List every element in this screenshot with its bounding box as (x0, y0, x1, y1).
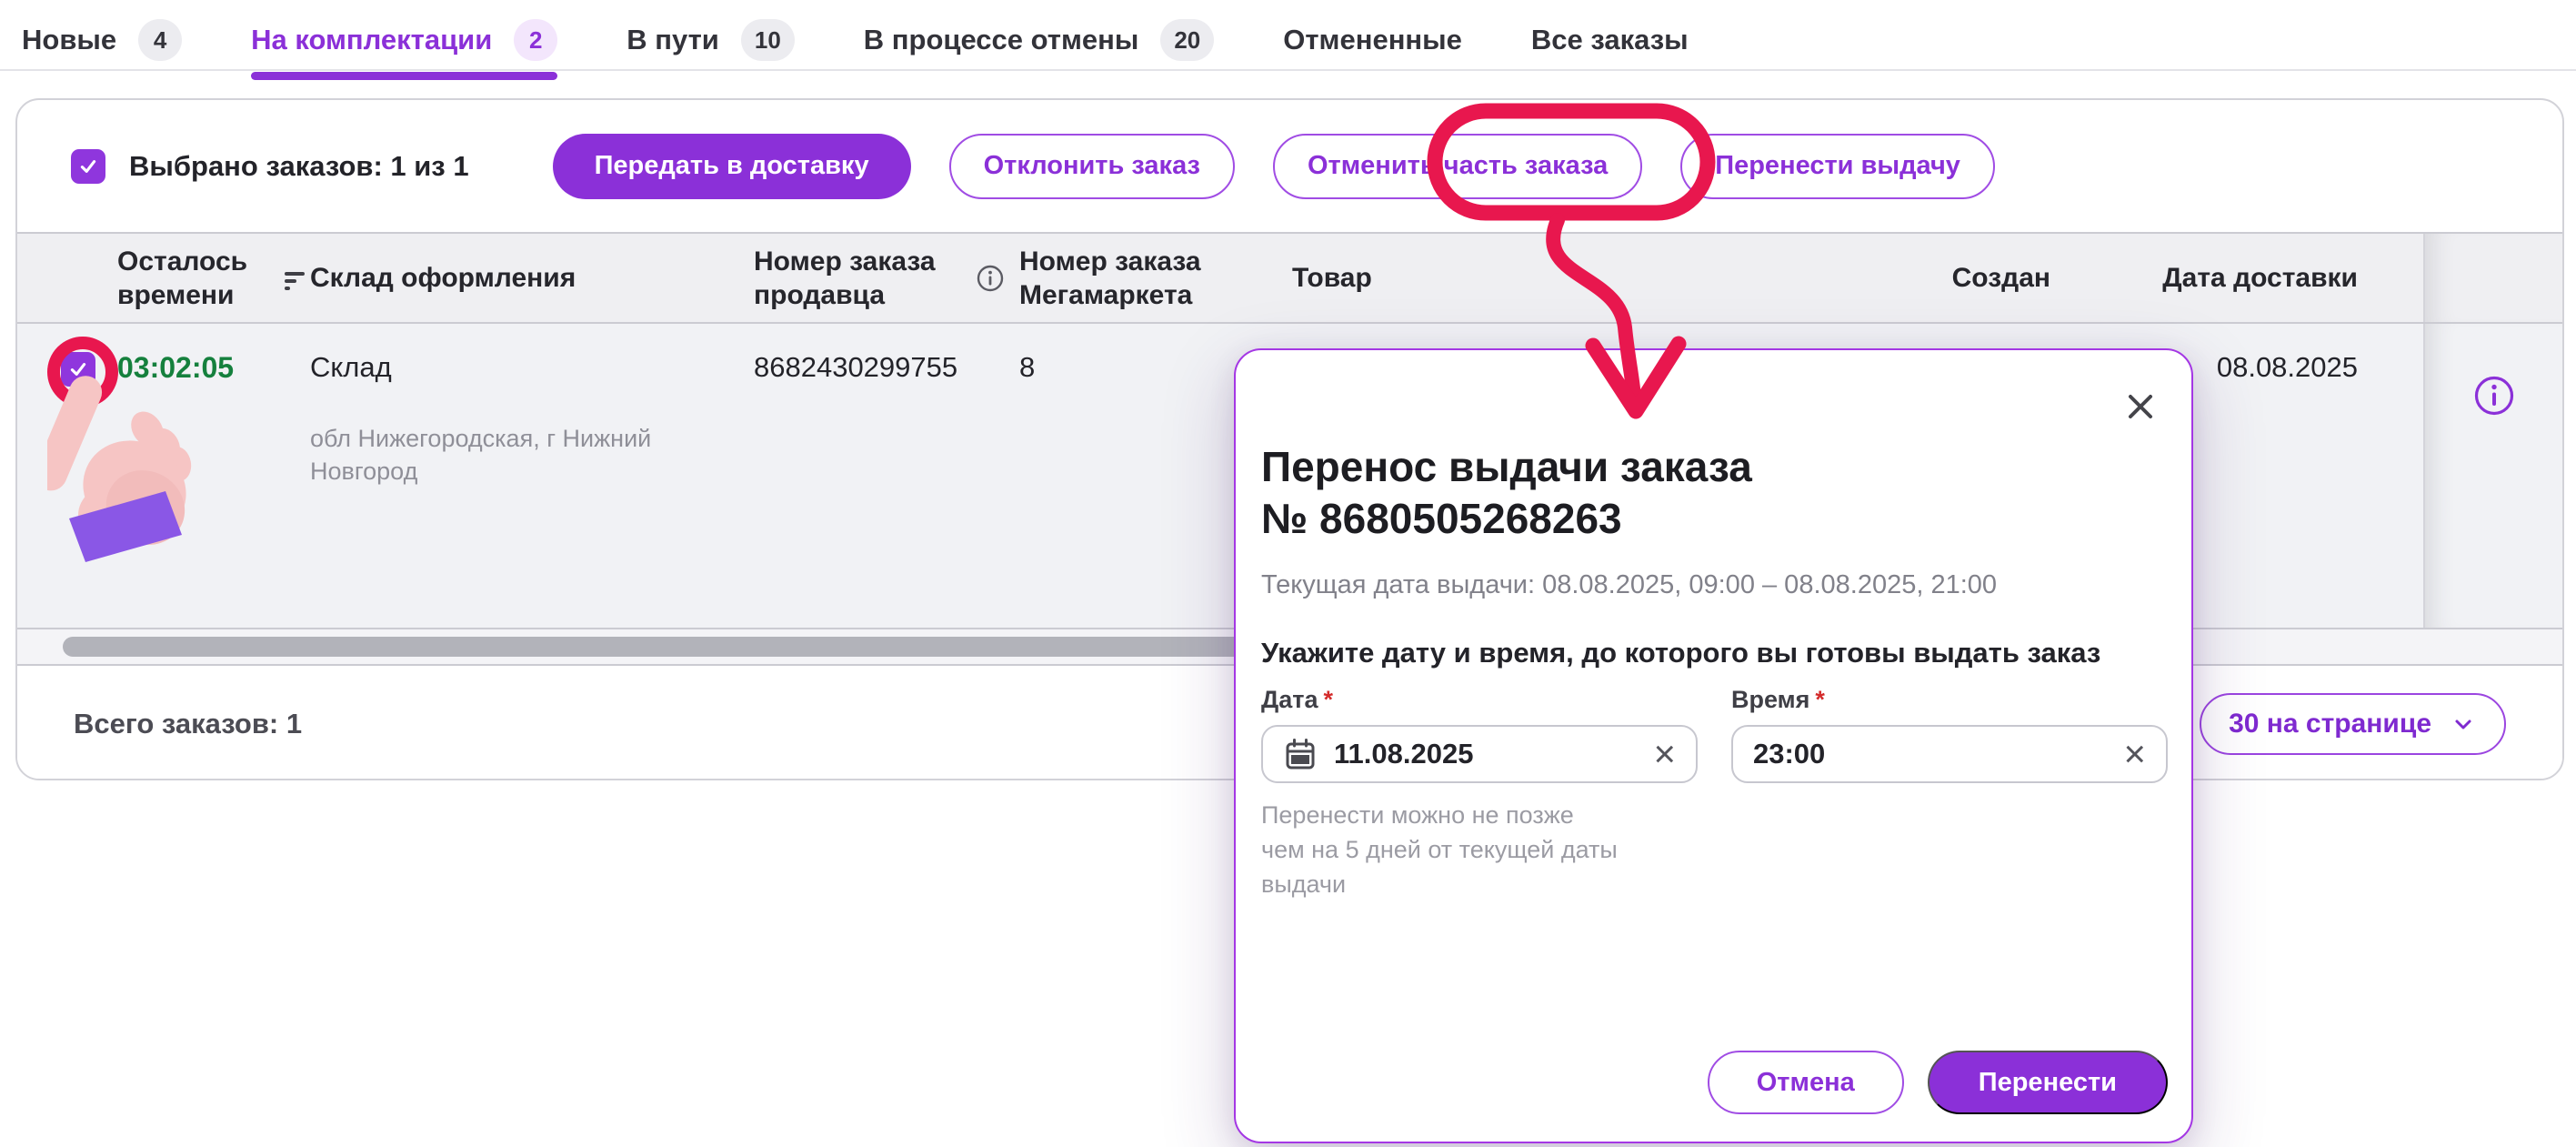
header-seller-order-label: Номер заказа продавца (754, 245, 963, 312)
tab-cancelling[interactable]: В процессе отмены 20 (864, 19, 1214, 61)
order-info-icon[interactable] (2473, 375, 2515, 417)
time-input[interactable]: 23:00 × (1731, 725, 2168, 783)
time-input-value: 23:00 (1753, 738, 1825, 770)
header-seller-order: Номер заказа продавца (754, 234, 1019, 322)
tab-label: Новые (22, 24, 116, 56)
header-product: Товар (1292, 234, 1838, 322)
chevron-down-icon (2450, 710, 2477, 738)
required-mark: * (1815, 686, 1825, 713)
page-size-select[interactable]: 30 на странице (2200, 693, 2506, 755)
bulk-actions-toolbar: Выбрано заказов: 1 из 1 Передать в доста… (17, 100, 2562, 232)
orders-page: Новые 4 На комплектации 2 В пути 10 В пр… (0, 0, 2576, 1147)
cancel-button[interactable]: Отмена (1708, 1051, 1904, 1114)
header-delivery-date: Дата доставки (2065, 234, 2423, 322)
tab-label: На комплектации (251, 24, 492, 56)
modal-title-line2: № 8680505268263 (1261, 493, 2168, 545)
table-header-row: Осталось времени Склад оформления Номер … (17, 232, 2562, 324)
submit-reschedule-button[interactable]: Перенести (1928, 1051, 2168, 1114)
row-checkbox[interactable] (61, 352, 95, 387)
tabs-divider (0, 69, 2576, 71)
time-left-value: 03:02:05 (117, 351, 234, 385)
modal-title-line1: Перенос выдачи заказа (1261, 441, 2168, 493)
order-status-tabs: Новые 4 На комплектации 2 В пути 10 В пр… (22, 11, 1758, 69)
cell-time-left: 03:02:05 (117, 324, 310, 628)
tab-all-orders[interactable]: Все заказы (1531, 24, 1689, 56)
tab-in-transit[interactable]: В пути 10 (626, 19, 795, 61)
date-input-value: 11.08.2025 (1334, 738, 1473, 770)
tab-picking[interactable]: На комплектации 2 (251, 19, 557, 61)
check-icon (77, 156, 99, 177)
time-field-group: Время* 23:00 × (1731, 686, 2168, 901)
required-mark: * (1324, 686, 1334, 713)
warehouse-name: Склад (310, 351, 754, 384)
select-all-checkbox[interactable] (71, 149, 105, 184)
modal-actions: Отмена Перенести (1261, 1051, 2168, 1118)
calendar-icon (1283, 737, 1318, 771)
header-time-left: Осталось времени (117, 234, 310, 322)
reschedule-pickup-modal: Перенос выдачи заказа № 8680505268263 Те… (1234, 348, 2193, 1143)
date-input[interactable]: 11.08.2025 × (1261, 725, 1698, 783)
header-actions-cell (2423, 234, 2562, 322)
warehouse-address: обл Нижегородская, г Нижний Новгород (310, 422, 701, 488)
cell-warehouse: Склад обл Нижегородская, г Нижний Новгор… (310, 324, 754, 628)
tab-cancelled[interactable]: Отмененные (1283, 24, 1462, 56)
clear-date-icon[interactable]: × (1653, 740, 1676, 768)
tab-count-badge: 20 (1160, 19, 1214, 61)
reschedule-hint: Перенести можно не позже чем на 5 дней о… (1261, 798, 1698, 901)
header-marketplace-order: Номер заказа Мегамаркета (1019, 234, 1292, 322)
reject-order-button[interactable]: Отклонить заказ (949, 134, 1235, 199)
tab-new[interactable]: Новые 4 (22, 19, 182, 61)
info-icon[interactable] (976, 264, 1005, 293)
tab-label: В пути (626, 24, 719, 56)
current-pickup-date-label: Текущая дата выдачи: 08.08.2025, 09:00 –… (1261, 570, 2168, 600)
selected-count-label: Выбрано заказов: 1 из 1 (129, 150, 469, 183)
tab-count-badge: 2 (514, 19, 557, 61)
cell-actions (2423, 324, 2562, 628)
header-warehouse: Склад оформления (310, 234, 754, 322)
row-checkbox-cell (17, 324, 117, 628)
header-marketplace-order-label: Номер заказа Мегамаркета (1019, 245, 1228, 312)
modal-fields: Дата* 11.08.2025 × Перенести можно не по… (1261, 686, 2168, 901)
date-field-group: Дата* 11.08.2025 × Перенести можно не по… (1261, 686, 1698, 901)
send-to-delivery-button[interactable]: Передать в доставку (553, 134, 911, 199)
tab-label: Отмененные (1283, 24, 1462, 56)
check-icon (67, 358, 89, 380)
date-field-label: Дата* (1261, 686, 1698, 714)
header-time-left-label: Осталось времени (117, 245, 270, 312)
reschedule-pickup-button[interactable]: Перенести выдачу (1680, 134, 1995, 199)
modal-instruction: Укажите дату и время, до которого вы гот… (1261, 637, 2168, 669)
orders-total-label: Всего заказов: 1 (74, 708, 302, 740)
cancel-part-order-button[interactable]: Отменить часть заказа (1273, 134, 1642, 199)
clear-time-icon[interactable]: × (2123, 740, 2146, 768)
sort-icon[interactable] (283, 265, 310, 292)
modal-title: Перенос выдачи заказа № 8680505268263 (1261, 441, 2168, 545)
page-size-value: 30 на странице (2229, 709, 2431, 740)
time-field-label: Время* (1731, 686, 2168, 714)
tab-label: В процессе отмены (864, 24, 1139, 56)
header-checkbox-cell (17, 234, 117, 322)
tab-count-badge: 4 (138, 19, 182, 61)
tab-count-badge: 10 (741, 19, 795, 61)
tab-label: Все заказы (1531, 24, 1689, 56)
cell-seller-order: 8682430299755 (754, 324, 1019, 628)
header-created: Создан (1838, 234, 2065, 322)
close-icon[interactable] (2124, 390, 2157, 428)
